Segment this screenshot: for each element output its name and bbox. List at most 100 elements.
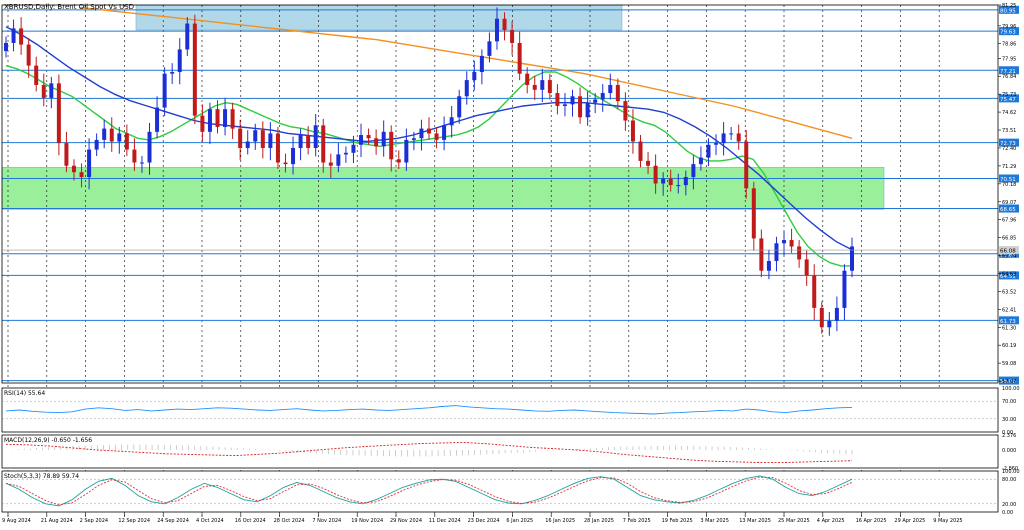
candle-body bbox=[41, 84, 46, 98]
macd-tick-label: 0.000 bbox=[1002, 448, 1016, 454]
price-tick-label: 61.30 bbox=[1002, 325, 1016, 331]
date-label: 19 Feb 2025 bbox=[662, 518, 693, 524]
candle-body bbox=[804, 259, 809, 276]
candle-body bbox=[442, 125, 447, 140]
date-label: 29 Apr 2025 bbox=[894, 518, 925, 524]
chart-root: 80.95 79.63 77.21 75.47 72.73 70.51 68.65 65.85… bbox=[0, 0, 1024, 526]
candle-body bbox=[313, 125, 318, 148]
candle-body bbox=[510, 30, 515, 43]
macd-tick-label: 2.376 bbox=[1002, 433, 1016, 439]
candle-body bbox=[759, 238, 764, 271]
candle-body bbox=[691, 164, 696, 178]
date-label: 7 Feb 2025 bbox=[623, 518, 651, 524]
macd-panel-frame bbox=[1, 434, 999, 469]
candle-body bbox=[200, 115, 205, 132]
candle-body bbox=[328, 162, 333, 166]
candle-body bbox=[230, 109, 235, 129]
candle-body bbox=[139, 162, 144, 164]
date-label: 16 Jan 2025 bbox=[545, 518, 575, 524]
date-label: 4 Oct 2024 bbox=[196, 518, 224, 524]
price-tick-label: 77.95 bbox=[1002, 56, 1016, 62]
candle-body bbox=[177, 49, 182, 73]
candle-body bbox=[434, 133, 439, 140]
candle-body bbox=[494, 18, 499, 42]
candle-body bbox=[736, 133, 741, 142]
rsi-panel-frame bbox=[1, 387, 999, 433]
candle-body bbox=[419, 128, 424, 139]
date-label: 3 Mar 2025 bbox=[700, 518, 729, 524]
candle-body bbox=[321, 125, 326, 163]
price-tick-label: 59.08 bbox=[1002, 361, 1016, 367]
date-label: 9 Aug 2024 bbox=[2, 518, 31, 524]
candle-body bbox=[782, 240, 787, 244]
candle-body bbox=[253, 130, 258, 142]
price-tick-label: 63.52 bbox=[1002, 289, 1016, 295]
candle-body bbox=[381, 131, 386, 147]
candle-body bbox=[283, 162, 288, 165]
candle-body bbox=[472, 72, 477, 81]
price-tick-label: 79.96 bbox=[1002, 24, 1016, 30]
candle-body bbox=[192, 23, 197, 116]
candle-body bbox=[427, 128, 431, 134]
candle-body bbox=[260, 130, 265, 148]
rsi-tick-label: 70.00 bbox=[1002, 399, 1016, 405]
candle-body bbox=[615, 84, 620, 102]
stoch-tick-label: 100.00 bbox=[1002, 469, 1020, 475]
candle-body bbox=[207, 109, 212, 132]
level-tag-label: 79.63 bbox=[1000, 30, 1016, 36]
candle-body bbox=[291, 147, 296, 165]
candle-body bbox=[812, 275, 817, 308]
candle-body bbox=[751, 188, 756, 239]
indicator-panels: 100.0070.0030.000.002.3760.000-2.860100.… bbox=[1, 386, 1020, 516]
support-zone bbox=[1, 167, 885, 210]
candle-body bbox=[79, 172, 84, 178]
candle-body bbox=[109, 128, 114, 142]
price-tick-label: 78.86 bbox=[1002, 42, 1016, 48]
level-tag-label: 61.73 bbox=[1000, 319, 1016, 325]
price-tick-label: 64.63 bbox=[1002, 271, 1016, 277]
date-label: 28 Jan 2025 bbox=[584, 518, 614, 524]
candle-body bbox=[653, 165, 658, 184]
candle-body bbox=[555, 93, 560, 106]
level-tag-label: 68.65 bbox=[1000, 207, 1016, 213]
candle-body bbox=[102, 128, 107, 140]
candle-body bbox=[525, 73, 530, 85]
macd-label: MACD(12,26,9) -0.650 -1.656 bbox=[4, 437, 92, 444]
date-label: 24 Sep 2024 bbox=[157, 518, 189, 524]
candle-body bbox=[34, 65, 39, 85]
candle-body bbox=[774, 243, 779, 262]
date-label: 13 Mar 2025 bbox=[739, 518, 771, 524]
candle-body bbox=[479, 55, 484, 73]
candle-body bbox=[389, 131, 394, 160]
candle-body bbox=[374, 138, 379, 147]
candle-body bbox=[638, 141, 643, 161]
candle-body bbox=[185, 23, 190, 50]
candle-body bbox=[729, 133, 734, 135]
candle-body bbox=[789, 240, 794, 247]
candle-body bbox=[366, 135, 371, 139]
candle-body bbox=[411, 138, 416, 140]
date-label: 16 Apr 2025 bbox=[856, 518, 887, 524]
date-label: 28 Oct 2024 bbox=[274, 518, 305, 524]
level-tag-label: 80.95 bbox=[1000, 8, 1016, 14]
date-label: 4 Apr 2025 bbox=[817, 518, 845, 524]
date-label: 19 Nov 2024 bbox=[351, 518, 383, 524]
candle-body bbox=[124, 133, 129, 150]
candle-body bbox=[706, 144, 711, 158]
candle-body bbox=[215, 109, 220, 127]
date-label: 6 Jan 2025 bbox=[506, 518, 533, 524]
candle-body bbox=[698, 157, 703, 165]
candle-body bbox=[223, 109, 228, 127]
rsi-tick-label: 100.00 bbox=[1002, 386, 1020, 392]
candle-body bbox=[714, 143, 719, 145]
candle-body bbox=[517, 42, 522, 74]
price-tick-label: 57.97 bbox=[1002, 379, 1016, 385]
candle-body bbox=[359, 135, 364, 145]
price-tick-label: 71.29 bbox=[1002, 164, 1016, 170]
candle-body bbox=[834, 307, 839, 321]
candle-body bbox=[502, 18, 507, 31]
price-tick-label: 67.96 bbox=[1002, 218, 1016, 224]
price-tick-label: 76.84 bbox=[1002, 74, 1016, 80]
candle-body bbox=[661, 178, 666, 184]
candle-body bbox=[87, 149, 92, 178]
